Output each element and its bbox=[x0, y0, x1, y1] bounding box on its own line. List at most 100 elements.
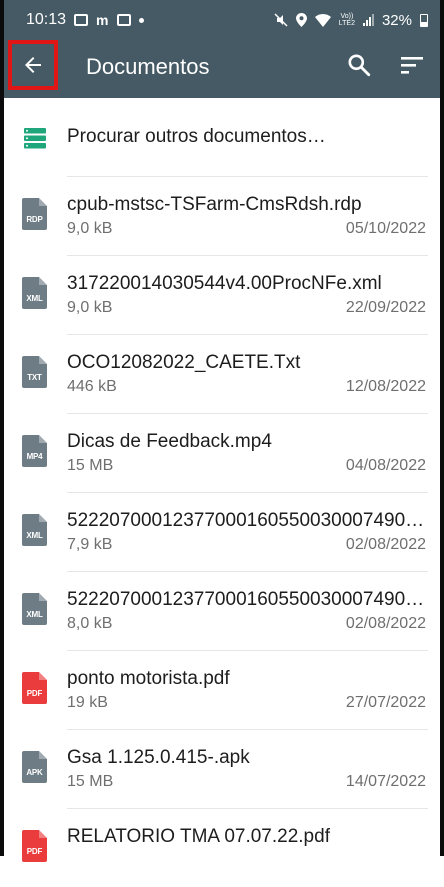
document-name: OCO12082022_CAETE.Txt bbox=[67, 352, 301, 373]
document-row[interactable]: MP4 Dicas de Feedback.mp4 15 MB 04/08/20… bbox=[0, 413, 444, 492]
file-corner-fold bbox=[39, 198, 47, 206]
document-name: Dicas de Feedback.mp4 bbox=[67, 431, 272, 452]
back-button[interactable] bbox=[8, 40, 58, 90]
screen-edge-right bbox=[440, 0, 444, 856]
browse-label: Procurar outros documentos… bbox=[67, 126, 326, 147]
page-title: Documentos bbox=[86, 54, 210, 79]
document-name: 52220700012377000160550030007490… bbox=[67, 589, 425, 610]
document-date: 27/07/2022 bbox=[345, 694, 426, 711]
file-extension-label: APK bbox=[26, 768, 43, 777]
file-corner-fold bbox=[39, 277, 47, 285]
row-divider bbox=[67, 729, 428, 730]
arrow-back-icon bbox=[25, 57, 41, 73]
location-icon bbox=[295, 13, 307, 27]
m-notification-icon: m bbox=[96, 12, 109, 28]
file-corner-fold bbox=[39, 751, 47, 759]
file-extension-label: MP4 bbox=[26, 452, 43, 461]
documents-list: Procurar outros documentos… RDP cpub-mst… bbox=[0, 98, 444, 887]
document-row[interactable]: APK Gsa 1.125.0.415-.apk 15 MB 14/07/202… bbox=[0, 729, 444, 808]
search-button[interactable] bbox=[346, 52, 376, 82]
file-icon: APK bbox=[22, 751, 47, 783]
browse-other-documents[interactable]: Procurar outros documentos… bbox=[0, 98, 444, 176]
storage-list-icon bbox=[24, 128, 46, 149]
file-corner-fold bbox=[39, 514, 47, 522]
document-row[interactable]: RDP cpub-mstsc-TSFarm-CmsRdsh.rdp 9,0 kB… bbox=[0, 176, 444, 255]
status-bar: 10:13 m Vo)) LTE2 32% bbox=[0, 0, 444, 40]
document-size: 19 kB bbox=[67, 694, 108, 711]
file-extension-label: PDF bbox=[26, 689, 43, 698]
file-corner-fold bbox=[39, 672, 47, 680]
file-corner-fold bbox=[39, 830, 47, 838]
file-corner-fold bbox=[39, 593, 47, 601]
document-row[interactable]: XML 52220700012377000160550030007490… 8,… bbox=[0, 571, 444, 650]
file-extension-label: XML bbox=[26, 531, 43, 540]
status-time: 10:13 bbox=[26, 11, 67, 28]
file-extension-label: XML bbox=[26, 294, 43, 303]
battery-percent: 32% bbox=[381, 11, 412, 29]
file-extension-label: RDP bbox=[26, 215, 43, 224]
search-icon bbox=[348, 54, 371, 77]
document-name: RELATORIO TMA 07.07.22.pdf bbox=[67, 826, 330, 847]
wifi-icon bbox=[314, 13, 331, 27]
document-size: 7,9 kB bbox=[67, 536, 113, 553]
document-name: 52220700012377000160550030007490… bbox=[67, 510, 425, 531]
signal-icon bbox=[362, 14, 374, 26]
row-divider bbox=[67, 808, 428, 809]
document-row[interactable]: TXT OCO12082022_CAETE.Txt 446 kB 12/08/2… bbox=[0, 334, 444, 413]
document-date: 04/08/2022 bbox=[345, 457, 426, 474]
file-icon: TXT bbox=[22, 356, 47, 388]
document-name: ponto motorista.pdf bbox=[67, 668, 230, 689]
file-icon: XML bbox=[22, 277, 47, 309]
youtube-notification-icon bbox=[116, 14, 131, 26]
mute-icon bbox=[274, 13, 288, 27]
document-name: 31722001403054­4v4.00ProcNFe.xml bbox=[67, 273, 382, 294]
document-date: 12/08/2022 bbox=[345, 378, 426, 395]
file-icon: PDF bbox=[22, 830, 47, 862]
row-divider bbox=[67, 650, 428, 651]
document-name: Gsa 1.125.0.415-.apk bbox=[67, 747, 250, 768]
document-date: 05/10/2022 bbox=[345, 220, 426, 237]
row-divider bbox=[67, 413, 428, 414]
document-size: 15 MB bbox=[67, 457, 114, 474]
document-date: 02/08/2022 bbox=[345, 536, 426, 553]
document-size: 9,0 kB bbox=[67, 299, 113, 316]
document-size: 9,0 kB bbox=[67, 220, 113, 237]
file-icon: RDP bbox=[22, 198, 47, 230]
screen-edge-left bbox=[0, 0, 4, 856]
volte-indicator: Vo)) LTE2 bbox=[339, 13, 355, 27]
gallery-notification-icon bbox=[74, 14, 89, 26]
row-divider bbox=[67, 176, 428, 177]
row-divider bbox=[67, 255, 428, 256]
volte-bottom-label: LTE2 bbox=[338, 20, 355, 27]
file-corner-fold bbox=[39, 356, 47, 364]
app-bar: Documentos bbox=[0, 40, 444, 98]
row-divider bbox=[67, 334, 428, 335]
document-size: 15 MB bbox=[67, 773, 114, 790]
document-date: 22/09/2022 bbox=[345, 299, 426, 316]
document-row[interactable]: PDF ponto motorista.pdf 19 kB 27/07/2022 bbox=[0, 650, 444, 729]
document-date: 14/07/2022 bbox=[345, 773, 426, 790]
document-size: 8,0 kB bbox=[67, 615, 113, 632]
battery-icon bbox=[420, 13, 428, 27]
file-corner-fold bbox=[39, 435, 47, 443]
sort-button[interactable] bbox=[400, 54, 430, 84]
file-icon: MP4 bbox=[22, 435, 47, 467]
file-extension-label: PDF bbox=[26, 847, 43, 856]
more-notifications-icon bbox=[138, 17, 144, 23]
status-bar-right: Vo)) LTE2 32% bbox=[274, 12, 428, 29]
file-icon: XML bbox=[22, 514, 47, 546]
file-icon: XML bbox=[22, 593, 47, 625]
document-date: 02/08/2022 bbox=[345, 615, 426, 632]
document-name: cpub-mstsc-TSFarm-CmsRdsh.rdp bbox=[67, 194, 362, 215]
document-size: 446 kB bbox=[67, 378, 117, 395]
file-icon: PDF bbox=[22, 672, 47, 704]
document-row[interactable]: XML 52220700012377000160550030007490… 7,… bbox=[0, 492, 444, 571]
row-divider bbox=[67, 571, 428, 572]
volte-top-label: Vo)) bbox=[340, 13, 354, 20]
file-extension-label: TXT bbox=[27, 373, 42, 382]
row-divider bbox=[67, 492, 428, 493]
document-row[interactable]: PDF RELATORIO TMA 07.07.22.pdf bbox=[0, 808, 444, 887]
document-row[interactable]: XML 31722001403054­4v4.00ProcNFe.xml 9,0… bbox=[0, 255, 444, 334]
status-bar-left: 10:13 m bbox=[26, 11, 144, 29]
sort-icon bbox=[401, 57, 423, 74]
